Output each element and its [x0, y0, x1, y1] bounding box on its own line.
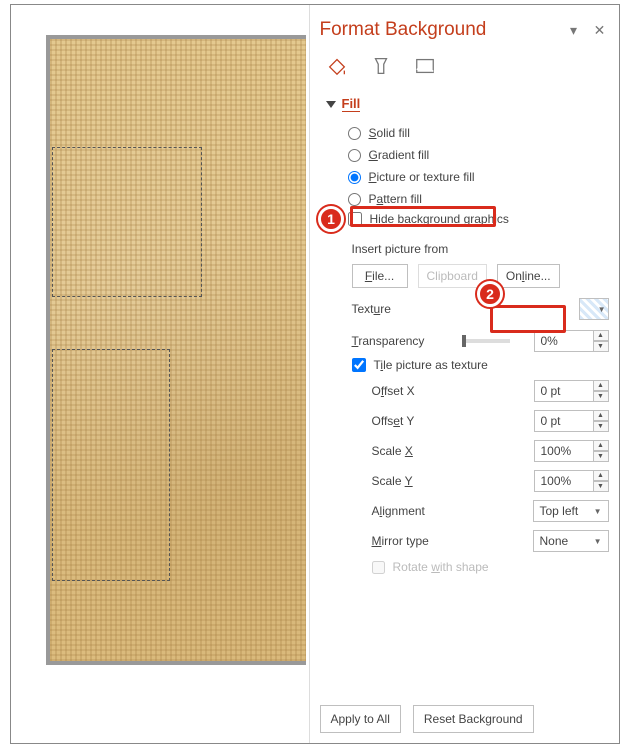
pane-menu-button[interactable]: ▾ — [565, 22, 583, 39]
chevron-down-icon: ▼ — [598, 305, 606, 314]
mirror-label: Mirror type — [372, 534, 454, 548]
file-button[interactable]: File... — [352, 264, 408, 288]
texture-dropdown[interactable]: ▼ — [579, 298, 609, 320]
spin-up-icon[interactable]: ▲ — [594, 330, 609, 341]
callout-highlight — [490, 305, 566, 333]
clipboard-button: Clipboard — [418, 264, 487, 288]
insert-picture-label: Insert picture from — [352, 242, 609, 256]
alignment-select[interactable]: Top left ▼ — [533, 500, 609, 522]
pane-title: Format Background — [320, 19, 557, 41]
pattern-fill-radio[interactable]: Pattern fill — [348, 192, 609, 206]
offset-y-label: Offset Y — [372, 414, 454, 428]
app-frame: Format Background ▾ ✕ Fill Solid fill — [10, 4, 620, 744]
expand-triangle-icon — [326, 101, 336, 108]
alignment-label: Alignment — [372, 504, 454, 518]
transparency-input[interactable]: 0% ▲▼ — [534, 330, 609, 352]
tile-checkbox[interactable]: Tile picture as texture — [352, 358, 609, 372]
placeholder-box — [52, 349, 170, 581]
format-background-pane: Format Background ▾ ✕ Fill Solid fill — [309, 5, 619, 743]
annotation-badge: 1 — [318, 206, 344, 232]
chevron-down-icon: ▼ — [594, 507, 602, 516]
close-pane-button[interactable]: ✕ — [591, 22, 609, 39]
slide-preview[interactable] — [46, 35, 306, 665]
rotate-checkbox: Rotate with shape — [372, 560, 609, 574]
online-button[interactable]: Online... — [497, 264, 560, 288]
apply-to-all-button[interactable]: Apply to All — [320, 705, 401, 733]
scale-x-input[interactable]: 100% ▲▼ — [534, 440, 609, 462]
slide-preview-pane — [11, 5, 309, 743]
scale-x-label: Scale X — [372, 444, 454, 458]
chevron-down-icon: ▼ — [594, 537, 602, 546]
placeholder-box — [52, 147, 202, 297]
fill-tab-icon[interactable] — [326, 55, 348, 80]
callout-highlight — [350, 206, 496, 227]
reset-background-button[interactable]: Reset Background — [413, 705, 534, 733]
gradient-fill-radio[interactable]: Gradient fill — [348, 148, 609, 162]
offset-x-input[interactable]: 0 pt ▲▼ — [534, 380, 609, 402]
fill-section-header[interactable]: Fill — [326, 96, 609, 112]
scale-y-label: Scale Y — [372, 474, 454, 488]
transparency-label: Transparency — [352, 334, 454, 348]
fill-type-radios: Solid fill Gradient fill Picture or text… — [348, 126, 609, 206]
fill-section-label: Fill — [342, 96, 361, 112]
solid-fill-radio[interactable]: Solid fill — [348, 126, 609, 140]
mirror-select[interactable]: None ▼ — [533, 530, 609, 552]
offset-y-input[interactable]: 0 pt ▲▼ — [534, 410, 609, 432]
annotation-badge: 2 — [477, 281, 503, 307]
scale-y-input[interactable]: 100% ▲▼ — [534, 470, 609, 492]
picture-tab-icon[interactable] — [414, 55, 436, 80]
category-tabs — [326, 55, 609, 80]
texture-label: Texture — [352, 302, 454, 316]
spin-down-icon[interactable]: ▼ — [594, 341, 609, 352]
offset-x-label: Offset X — [372, 384, 454, 398]
effects-tab-icon[interactable] — [370, 55, 392, 80]
transparency-slider[interactable] — [462, 339, 510, 343]
picture-fill-radio[interactable]: Picture or texture fill — [348, 170, 609, 184]
